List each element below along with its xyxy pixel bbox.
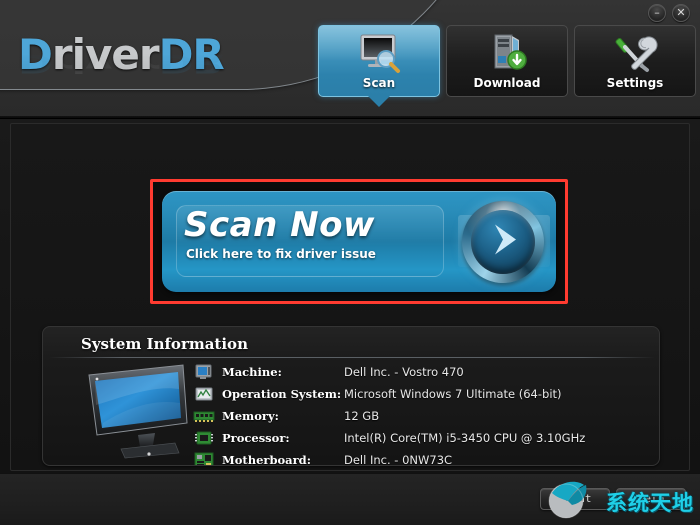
memory-icon — [193, 408, 215, 424]
scan-now-title: Scan Now — [184, 205, 375, 245]
sysinfo-row-os: Operation System: Microsoft Windows 7 Ul… — [193, 383, 585, 405]
screwdriver-wrench-icon — [612, 32, 658, 74]
sysinfo-value-motherboard: Dell Inc. - 0NW73C — [344, 453, 453, 466]
processor-icon — [193, 430, 215, 446]
about-button[interactable]: About — [540, 488, 610, 510]
tab-download-label: Download — [473, 76, 541, 90]
sysinfo-value-machine: Dell Inc. - Vostro 470 — [344, 365, 464, 379]
tab-scan-label: Scan — [362, 76, 396, 90]
sysinfo-value-processor: Intel(R) Core(TM) i5-3450 CPU @ 3.10GHz — [344, 431, 586, 445]
logo-reflect-part-2: river — [51, 48, 159, 79]
sysinfo-row-machine: Machine: Dell Inc. - Vostro 470 — [193, 361, 585, 383]
sysinfo-row-processor: Processor: Intel(R) Core(TM) i5-3450 CPU… — [193, 427, 585, 449]
sysinfo-row-memory: Memory: 12 GB — [193, 405, 585, 427]
tab-scan[interactable]: Scan — [318, 25, 440, 107]
close-button[interactable]: ✕ — [672, 4, 690, 22]
system-information-rows: Machine: Dell Inc. - Vostro 470 Operatio… — [193, 361, 585, 466]
sysinfo-value-os: Microsoft Windows 7 Ultimate (64-bit) — [344, 387, 562, 401]
lcd-monitor-icon — [83, 363, 201, 459]
app-window: DriverDR DriverDR – ✕ Scan Download Sett… — [0, 0, 700, 525]
scan-now-subtitle: Click here to fix driver issue — [186, 247, 376, 261]
os-icon — [193, 386, 215, 402]
help-button[interactable]: Help — [616, 488, 686, 510]
tab-download[interactable]: Download — [446, 25, 568, 97]
motherboard-icon — [193, 452, 215, 465]
window-controls: – ✕ — [648, 4, 690, 22]
system-information-divider — [49, 357, 655, 358]
system-information-panel: System Information Machine: Dell Inc. - … — [42, 326, 660, 466]
tab-settings[interactable]: Settings — [574, 25, 696, 97]
system-information-heading: System Information — [81, 335, 248, 353]
arrow-chevron-glyph — [483, 220, 523, 265]
logo-reflect-part-1: D — [18, 48, 52, 79]
footer-bar: About Help — [0, 473, 700, 525]
tab-settings-label: Settings — [606, 76, 664, 90]
sysinfo-label-memory: Memory: — [222, 409, 279, 423]
active-tab-pointer — [368, 96, 390, 107]
app-logo-reflection: DriverDR — [18, 48, 224, 79]
title-bar: DriverDR DriverDR – ✕ Scan Download Sett… — [0, 0, 700, 118]
logo-reflect-part-3: DR — [158, 48, 224, 79]
pc-tower-download-icon — [484, 32, 530, 74]
sysinfo-label-processor: Processor: — [222, 431, 290, 445]
monitor-magnifier-icon — [356, 32, 402, 74]
play-arrow-icon[interactable] — [462, 201, 544, 283]
machine-icon — [193, 364, 215, 380]
sysinfo-label-motherboard: Motherboard: — [222, 453, 311, 466]
footer-buttons: About Help — [540, 488, 686, 510]
sysinfo-row-motherboard: Motherboard: Dell Inc. - 0NW73C — [193, 449, 585, 466]
scan-now-button[interactable]: Scan Now Click here to fix driver issue — [162, 191, 556, 292]
sysinfo-value-memory: 12 GB — [344, 409, 380, 423]
sysinfo-label-os: Operation System: — [222, 387, 342, 401]
main-navigation-tabs: Scan Download Settings — [318, 25, 696, 107]
minimize-button[interactable]: – — [648, 4, 666, 22]
sysinfo-label-machine: Machine: — [222, 365, 282, 379]
